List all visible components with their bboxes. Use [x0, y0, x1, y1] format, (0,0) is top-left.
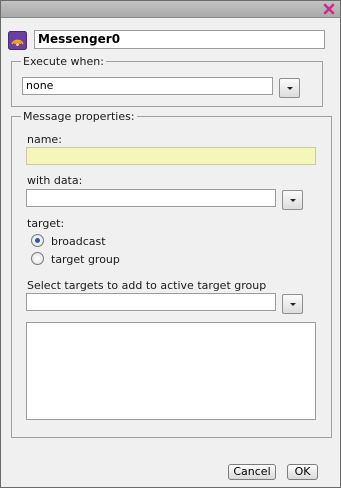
- execute-when-legend: Execute when:: [23, 55, 104, 68]
- cancel-button[interactable]: Cancel: [228, 464, 276, 480]
- messenger-broadcast-icon: [8, 31, 27, 50]
- target-label: target:: [27, 217, 65, 230]
- targets-list[interactable]: [26, 322, 316, 420]
- close-icon[interactable]: [322, 2, 336, 16]
- chevron-down-icon: [290, 303, 296, 306]
- with-data-label: with data:: [27, 174, 83, 187]
- with-data-dropdown-button[interactable]: [282, 190, 303, 210]
- radio-broadcast[interactable]: [31, 234, 44, 247]
- with-data-input[interactable]: [26, 189, 276, 207]
- radio-target-group[interactable]: [31, 252, 44, 265]
- radio-broadcast-label[interactable]: broadcast: [51, 235, 106, 248]
- message-properties-legend: Message properties:: [23, 110, 135, 123]
- execute-when-select[interactable]: none: [22, 77, 273, 95]
- name-label: name:: [27, 133, 62, 146]
- component-name-field[interactable]: Messenger0: [34, 30, 325, 49]
- title-bar[interactable]: [1, 1, 340, 18]
- select-targets-label: Select targets to add to active target g…: [27, 279, 267, 292]
- messenger-dialog: Messenger0 Execute when: none Message pr…: [0, 0, 341, 488]
- ok-button[interactable]: OK: [287, 464, 318, 480]
- message-name-input[interactable]: [26, 147, 316, 165]
- radio-target-group-label[interactable]: target group: [51, 253, 120, 266]
- select-targets-dropdown-button[interactable]: [282, 294, 303, 314]
- chevron-down-icon: [290, 199, 296, 202]
- execute-when-dropdown-button[interactable]: [279, 78, 300, 98]
- select-targets-input[interactable]: [26, 293, 276, 311]
- chevron-down-icon: [287, 87, 293, 90]
